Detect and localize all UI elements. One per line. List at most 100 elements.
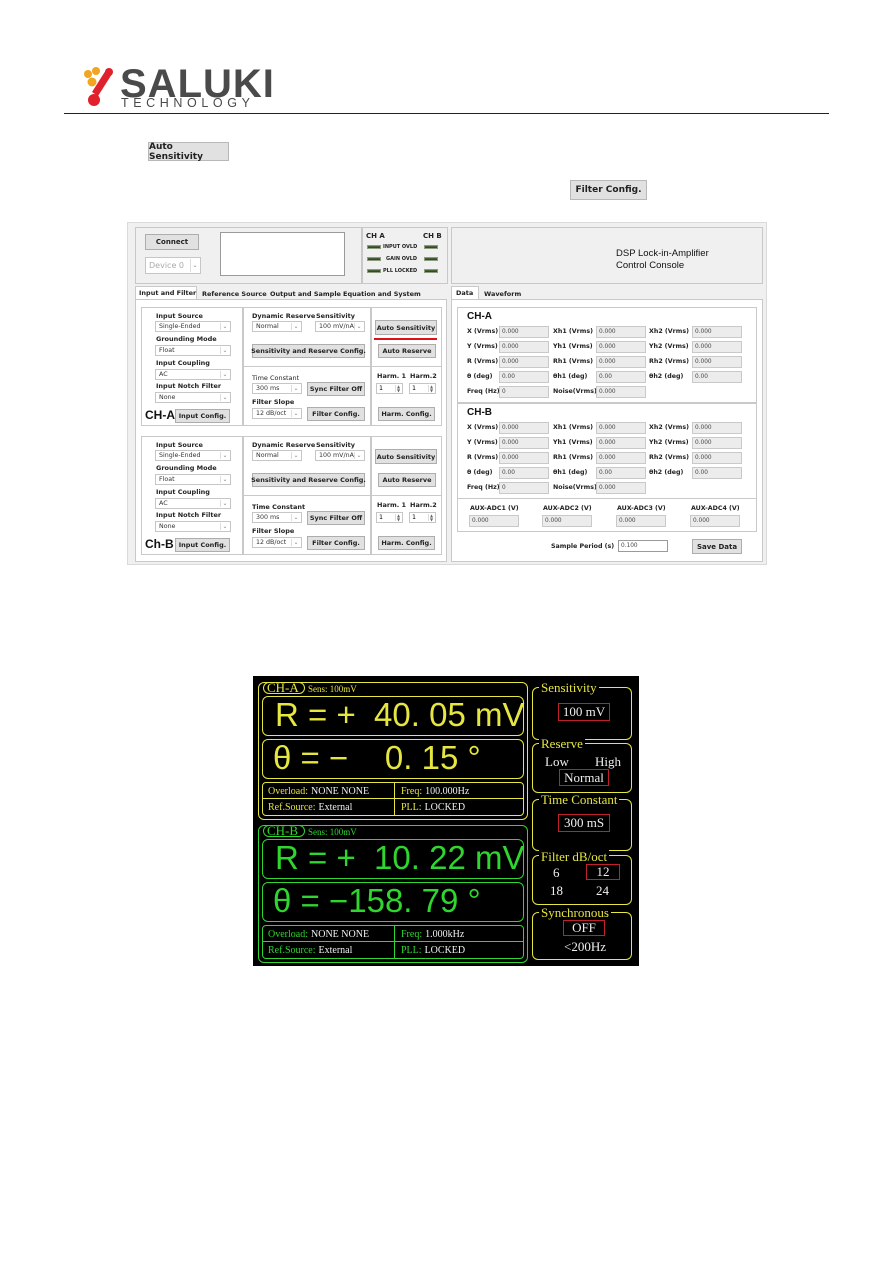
chevron-down-icon: ⌄ bbox=[291, 323, 300, 330]
sensitivity-select[interactable]: 100 mV/nA ⌄ bbox=[315, 450, 365, 461]
filter-config-button[interactable]: Filter Config. bbox=[307, 407, 365, 421]
input-config-button[interactable]: Input Config. bbox=[175, 538, 230, 552]
harm-config-button[interactable]: Harm. Config. bbox=[378, 407, 435, 421]
input-coupling-label: Input Coupling bbox=[156, 359, 210, 367]
sensitivity-reserve-config-button[interactable]: Sensitivity and Reserve Config. bbox=[251, 344, 366, 358]
input-notch-select[interactable]: None ⌄ bbox=[155, 521, 231, 532]
harm1-spinner[interactable]: 1 ▲ ▼ bbox=[376, 383, 403, 394]
device-select[interactable]: Device 0 ⌄ bbox=[145, 257, 201, 274]
data-value-field: 0.000 bbox=[596, 341, 646, 353]
lcd-status-divider-h bbox=[263, 798, 523, 799]
data-label: Noise(Vrms) bbox=[553, 484, 597, 491]
auto-reserve-button[interactable]: Auto Reserve bbox=[378, 344, 436, 358]
auto-sensitivity-button[interactable]: Auto Sensitivity bbox=[375, 320, 437, 335]
data-value-field: 0.000 bbox=[692, 437, 742, 449]
chevron-down-icon: ⌄ bbox=[220, 347, 229, 354]
input-source-select[interactable]: Single-Ended ⌄ bbox=[155, 450, 231, 461]
filter-slope-select[interactable]: 12 dB/oct ⌄ bbox=[252, 408, 302, 419]
auto-reserve-button[interactable]: Auto Reserve bbox=[378, 473, 436, 487]
dynamic-reserve-select[interactable]: Normal ⌄ bbox=[252, 321, 302, 332]
data-label: Rh2 (Vrms) bbox=[649, 358, 689, 365]
data-value-field: 0 bbox=[499, 386, 549, 398]
data-label: θh1 (deg) bbox=[553, 373, 588, 380]
lcd-ch_a-r-readout: R = + 40. 05 mV bbox=[275, 696, 525, 733]
data-value-field: 0.000 bbox=[596, 326, 646, 338]
sync-filter-button[interactable]: Sync Filter Off bbox=[307, 511, 365, 525]
connect-button[interactable]: Connect bbox=[145, 234, 199, 250]
data-label: Rh2 (Vrms) bbox=[649, 454, 689, 461]
input-coupling-select[interactable]: AC ⌄ bbox=[155, 369, 231, 380]
data-channel-title: CH-B bbox=[467, 407, 492, 418]
grounding-mode-select[interactable]: Float ⌄ bbox=[155, 345, 231, 356]
data-value-field: 0.000 bbox=[499, 452, 549, 464]
data-label: Rh1 (Vrms) bbox=[553, 454, 593, 461]
sensitivity-select[interactable]: 100 mV/nA ⌄ bbox=[315, 321, 365, 332]
channel-name-label: Ch-B bbox=[145, 537, 174, 551]
data-value-field: 0.000 bbox=[596, 386, 646, 398]
highlight-underline bbox=[374, 338, 437, 340]
chevron-down-icon: ⌄ bbox=[220, 500, 229, 507]
spinner-arrows-icon: ▲ ▼ bbox=[428, 512, 434, 522]
led-input-ovld-b bbox=[424, 245, 438, 249]
input-coupling-label: Input Coupling bbox=[156, 488, 210, 496]
data-value-field: 0.000 bbox=[596, 482, 646, 494]
data-value-field: 0.000 bbox=[596, 437, 646, 449]
input-notch-select[interactable]: None ⌄ bbox=[155, 392, 231, 403]
chevron-down-icon: ⌄ bbox=[220, 323, 229, 330]
data-label: θ (deg) bbox=[467, 469, 493, 476]
data-label: X (Vrms) bbox=[467, 328, 499, 335]
auto-sensitivity-button[interactable]: Auto Sensitivity bbox=[375, 449, 437, 464]
data-label: θh2 (deg) bbox=[649, 373, 684, 380]
filter-option-6: 6 bbox=[553, 865, 560, 880]
led-pll-locked-b bbox=[424, 269, 438, 273]
aux-value-field: 0.000 bbox=[469, 515, 519, 527]
input-coupling-select[interactable]: AC ⌄ bbox=[155, 498, 231, 509]
harm2-spinner[interactable]: 1 ▲ ▼ bbox=[409, 383, 436, 394]
filter-config-example-button[interactable]: Filter Config. bbox=[570, 180, 647, 200]
harm1-label: Harm. 1 bbox=[377, 501, 407, 509]
lcd-freq-status: Freq: 1.000kHz bbox=[401, 929, 465, 940]
time-constant-select[interactable]: 300 ms ⌄ bbox=[252, 383, 302, 394]
time-constant-value: 300 mS bbox=[558, 814, 610, 832]
harm2-spinner[interactable]: 1 ▲ ▼ bbox=[409, 512, 436, 523]
filter-slope-select[interactable]: 12 dB/oct ⌄ bbox=[252, 537, 302, 548]
harm-config-button[interactable]: Harm. Config. bbox=[378, 536, 435, 550]
spinner-arrows-icon: ▲ ▼ bbox=[428, 383, 434, 393]
filter-config-button[interactable]: Filter Config. bbox=[307, 536, 365, 550]
tab-waveform[interactable]: Waveform bbox=[484, 290, 521, 298]
input-config-button[interactable]: Input Config. bbox=[175, 409, 230, 423]
sample-period-input[interactable]: 0.100 bbox=[618, 540, 668, 552]
filter-option-24: 24 bbox=[596, 883, 609, 898]
lcd-status-divider-v bbox=[394, 783, 395, 815]
sync-filter-button[interactable]: Sync Filter Off bbox=[307, 382, 365, 396]
tab-equation-and-system[interactable]: Equation and System bbox=[343, 290, 421, 298]
input-notch-label: Input Notch Filter bbox=[156, 382, 222, 390]
led-label-gain-ovld: GAIN OVLD bbox=[386, 256, 418, 262]
auto-sensitivity-example-button[interactable]: Auto Sensitivity bbox=[148, 142, 229, 162]
time-constant-label: Time Constant bbox=[252, 374, 300, 382]
dynamic-reserve-select[interactable]: Normal ⌄ bbox=[252, 450, 302, 461]
lcd-pll-status: PLL: LOCKED bbox=[401, 802, 466, 813]
data-label: Yh2 (Vrms) bbox=[649, 343, 689, 350]
data-label: Xh2 (Vrms) bbox=[649, 328, 689, 335]
aux-label: AUX-ADC3 (V) bbox=[617, 505, 666, 512]
data-value-field: 0.000 bbox=[596, 452, 646, 464]
data-value-field: 0.000 bbox=[692, 326, 742, 338]
led-gain-ovld-a bbox=[367, 257, 381, 261]
input-source-select[interactable]: Single-Ended ⌄ bbox=[155, 321, 231, 332]
harm1-spinner[interactable]: 1 ▲ ▼ bbox=[376, 512, 403, 523]
sensitivity-reserve-config-button[interactable]: Sensitivity and Reserve Config. bbox=[251, 473, 366, 487]
tab-output-and-sample[interactable]: Output and Sample bbox=[270, 290, 341, 298]
time-constant-select[interactable]: 300 ms ⌄ bbox=[252, 512, 302, 523]
data-value-field: 0 bbox=[499, 482, 549, 494]
save-data-button[interactable]: Save Data bbox=[692, 539, 742, 554]
synchronous-note: <200Hz bbox=[564, 939, 606, 954]
data-label: θh2 (deg) bbox=[649, 469, 684, 476]
data-value-field: 0.000 bbox=[499, 356, 549, 368]
grounding-mode-select[interactable]: Float ⌄ bbox=[155, 474, 231, 485]
data-label: R (Vrms) bbox=[467, 358, 499, 365]
tab-reference-source[interactable]: Reference Source bbox=[202, 290, 267, 298]
aux-value-field: 0.000 bbox=[690, 515, 740, 527]
data-value-field: 0.000 bbox=[692, 356, 742, 368]
chevron-down-icon: ⌄ bbox=[220, 523, 229, 530]
